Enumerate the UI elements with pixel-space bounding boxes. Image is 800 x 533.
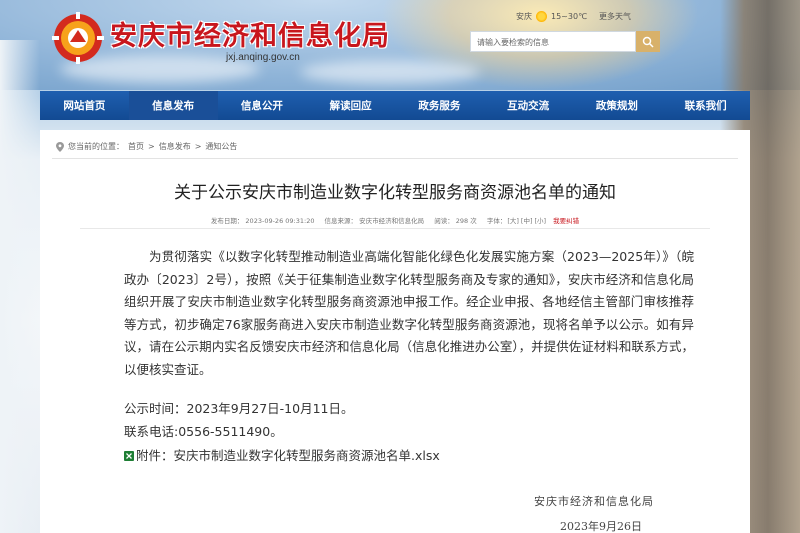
site-domain: jxj.anqing.gov.cn [226, 52, 300, 63]
weather-more-link[interactable]: 更多天气 [599, 11, 631, 22]
nav-item-interpretation[interactable]: 解读回应 [306, 91, 395, 120]
nav-item-government-service[interactable]: 政务服务 [395, 91, 484, 120]
notice-period: 公示时间：2023年9月27日-10月11日。 [124, 401, 354, 416]
attachment-row[interactable]: 附件：安庆市制造业数字化转型服务商资源池名单.xlsx [124, 445, 440, 464]
font-size-small[interactable]: [小] [534, 217, 546, 225]
nav-item-interaction[interactable]: 互动交流 [484, 91, 573, 120]
sun-icon [536, 11, 547, 22]
attachment-link[interactable]: 附件：安庆市制造业数字化转型服务商资源池名单.xlsx [136, 448, 440, 463]
weather-city: 安庆 [516, 12, 532, 21]
info-source: 信息来源： 安庆市经济和信息化局 [324, 217, 425, 225]
breadcrumb-separator: > [148, 142, 155, 151]
main-nav: 网站首页 信息发布 信息公开 解读回应 政务服务 互动交流 政策规划 联系我们 [40, 91, 750, 120]
breadcrumb-prefix: 您当前的位置： [68, 142, 124, 151]
article-title: 关于公示安庆市制造业数字化转型服务商资源池名单的通知 [174, 183, 616, 203]
breadcrumb-separator: > [194, 142, 202, 151]
search-button[interactable] [636, 31, 660, 52]
breadcrumb-home[interactable]: 首页 [128, 141, 144, 152]
site-title[interactable]: 安庆市经济和信息化局 [110, 14, 390, 53]
font-size-label: 字体： [486, 217, 507, 225]
left-decoration [0, 40, 40, 533]
nav-item-info-release[interactable]: 信息发布 [128, 91, 218, 120]
report-error-link[interactable]: 我要纠错 [553, 217, 579, 225]
excel-file-icon [124, 451, 134, 461]
search-input[interactable]: 请输入要检索的信息 [470, 31, 636, 52]
nav-item-home[interactable]: 网站首页 [40, 91, 129, 120]
nav-item-contact[interactable]: 联系我们 [661, 91, 750, 120]
location-pin-icon [56, 141, 64, 152]
divider [80, 228, 710, 229]
signature-date: 2023年9月26日 [560, 520, 642, 533]
weather-widget: 安庆 15~30℃ 更多天气 [516, 11, 631, 22]
view-count: 阅读： 298 次 [434, 217, 477, 225]
cloud [300, 60, 480, 84]
publish-time: 发布日期： 2023-09-26 09:31:20 [210, 217, 315, 225]
article-meta: 发布日期： 2023-09-26 09:31:20 信息来源： 安庆市经济和信息… [40, 215, 750, 225]
nav-item-info-disclosure[interactable]: 信息公开 [218, 91, 307, 120]
breadcrumb-notice[interactable]: 通知公告 [205, 141, 237, 152]
search-placeholder: 请输入要检索的信息 [477, 38, 549, 47]
article-body: 为贯彻落实《以数字化转型推动制造业高端化智能化绿色化发展实施方案（2023—20… [124, 249, 694, 377]
content-panel: 您当前的位置： 首页 > 信息发布 > 通知公告 关于公示安庆市制造业数字化转型… [40, 130, 750, 533]
contact-phone: 联系电话:0556-5511490。 [124, 424, 283, 439]
search-icon [642, 36, 654, 48]
font-size-medium[interactable]: [中] [521, 217, 533, 225]
breadcrumb: 您当前的位置： 首页 > 信息发布 > 通知公告 [56, 141, 237, 152]
weather-temp: 15~30℃ [551, 12, 588, 21]
nav-item-policy[interactable]: 政策规划 [573, 91, 662, 120]
signature-org: 安庆市经济和信息化局 [534, 495, 654, 508]
font-size-large[interactable]: [大] [507, 217, 519, 225]
site-logo[interactable] [52, 12, 104, 64]
divider [52, 158, 738, 159]
breadcrumb-info-release[interactable]: 信息发布 [159, 141, 191, 152]
